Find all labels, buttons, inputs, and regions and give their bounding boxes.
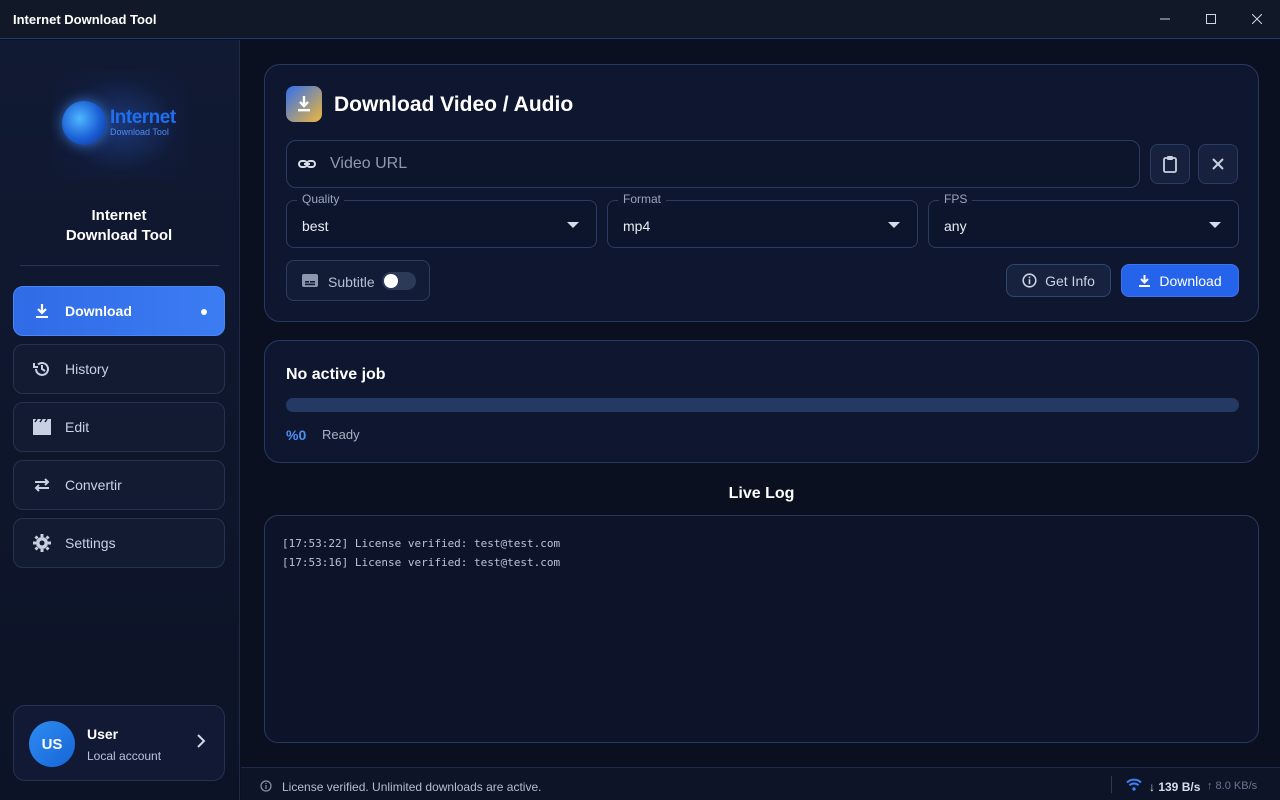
switch-knob: [384, 274, 398, 288]
close-window-button[interactable]: [1234, 0, 1280, 38]
minimize-icon: [1160, 18, 1170, 20]
fps-label: FPS: [939, 192, 973, 206]
url-input[interactable]: [330, 141, 1130, 187]
url-field: [286, 140, 1140, 188]
logo-word-internet: Internet: [110, 107, 176, 128]
chevron-down-icon: [1209, 222, 1221, 228]
app-logo: Internet Download Tool: [52, 70, 188, 180]
fps-select[interactable]: FPS any: [928, 192, 1239, 248]
status-bar: License verified. Unlimited downloads ar…: [241, 767, 1280, 800]
job-card: No active job %0 Ready: [264, 340, 1259, 463]
chevron-down-icon: [567, 222, 579, 228]
gear-icon: [32, 533, 52, 553]
user-card[interactable]: US User Local account: [13, 705, 225, 781]
info-icon: [1022, 273, 1037, 288]
subtitle-label: Subtitle: [328, 274, 375, 290]
swap-icon: [32, 475, 52, 495]
format-select[interactable]: Format mp4: [607, 192, 918, 248]
log-panel: [17:53:22] License verified: test@test.c…: [264, 515, 1259, 743]
log-lines: [17:53:22] License verified: test@test.c…: [282, 534, 560, 572]
sidebar-item-label: Download: [65, 303, 132, 319]
wifi-icon: [1126, 778, 1142, 796]
sidebar-item-label: Settings: [65, 535, 116, 551]
download-badge-icon: [286, 86, 322, 122]
subtitle-switch[interactable]: [382, 272, 416, 290]
download-card: Download Video / Audio Quality best Form…: [264, 64, 1259, 322]
progress-percent: %0: [286, 427, 307, 443]
minimize-button[interactable]: [1142, 0, 1188, 38]
sidebar-item-history[interactable]: History: [13, 344, 225, 394]
sidebar-divider: [20, 265, 219, 266]
sidebar-item-settings[interactable]: Settings: [13, 518, 225, 568]
brand-line-1: Internet: [91, 207, 147, 224]
get-info-button[interactable]: Get Info: [1006, 264, 1111, 297]
paste-button[interactable]: [1150, 144, 1190, 184]
progress-bar: [286, 398, 1239, 412]
fps-value: any: [944, 218, 967, 234]
job-title: No active job: [286, 366, 386, 383]
page-title: Download Video / Audio: [334, 93, 574, 116]
format-value: mp4: [623, 218, 651, 234]
sidebar-item-convertir[interactable]: Convertir: [13, 460, 225, 510]
sidebar-item-edit[interactable]: Edit: [13, 402, 225, 452]
status-message: License verified. Unlimited downloads ar…: [282, 780, 542, 794]
quality-label: Quality: [297, 192, 345, 206]
sidebar-item-label: Edit: [65, 419, 90, 435]
close-icon: [1252, 14, 1262, 24]
quality-value: best: [302, 218, 329, 234]
clipboard-icon: [1163, 156, 1177, 173]
sidebar-item-label: History: [65, 361, 109, 377]
download-speed: ↓ 139 B/s: [1149, 780, 1201, 794]
format-label: Format: [618, 192, 667, 206]
globe-icon: [62, 101, 106, 145]
job-status: Ready: [322, 427, 360, 442]
maximize-button[interactable]: [1188, 0, 1234, 38]
film-icon: [32, 417, 52, 437]
window-title: Internet Download Tool: [13, 11, 157, 27]
title-bar: Internet Download Tool: [0, 0, 1280, 39]
log-line: [17:53:16] License verified: test@test.c…: [282, 556, 561, 569]
status-divider: [1111, 776, 1112, 793]
sidebar-item-label: Convertir: [65, 477, 122, 493]
link-icon: [297, 154, 317, 179]
subtitle-toggle-box: Subtitle: [286, 260, 430, 301]
chevron-right-icon: [196, 734, 206, 753]
user-name: User: [87, 726, 119, 742]
window-controls: [1142, 0, 1280, 38]
download-label: Download: [1159, 272, 1222, 289]
active-indicator: [201, 309, 207, 315]
user-account-type: Local account: [87, 749, 162, 763]
subtitles-icon: [302, 274, 318, 292]
logo-word-download-tool: Download Tool: [110, 127, 169, 137]
download-icon: [32, 301, 52, 321]
sidebar: Internet Download Tool Internet Download…: [0, 40, 240, 800]
info-icon: [260, 779, 272, 797]
sidebar-item-download[interactable]: Download: [13, 286, 225, 336]
clear-url-button[interactable]: [1198, 144, 1238, 184]
avatar: US: [29, 721, 75, 767]
upload-speed: ↑ 8.0 KB/s: [1207, 780, 1258, 792]
brand-line-2: Download Tool: [65, 227, 173, 244]
chevron-down-icon: [888, 222, 900, 228]
maximize-icon: [1206, 14, 1216, 24]
brand-name: Internet Download Tool: [0, 206, 238, 246]
log-line: [17:53:22] License verified: test@test.c…: [282, 537, 561, 550]
close-icon: [1212, 158, 1224, 170]
download-icon: [1139, 274, 1151, 287]
get-info-label: Get Info: [1045, 272, 1095, 289]
history-icon: [32, 359, 52, 379]
download-button[interactable]: Download: [1121, 264, 1239, 297]
quality-select[interactable]: Quality best: [286, 192, 597, 248]
log-heading: Live Log: [728, 485, 795, 502]
